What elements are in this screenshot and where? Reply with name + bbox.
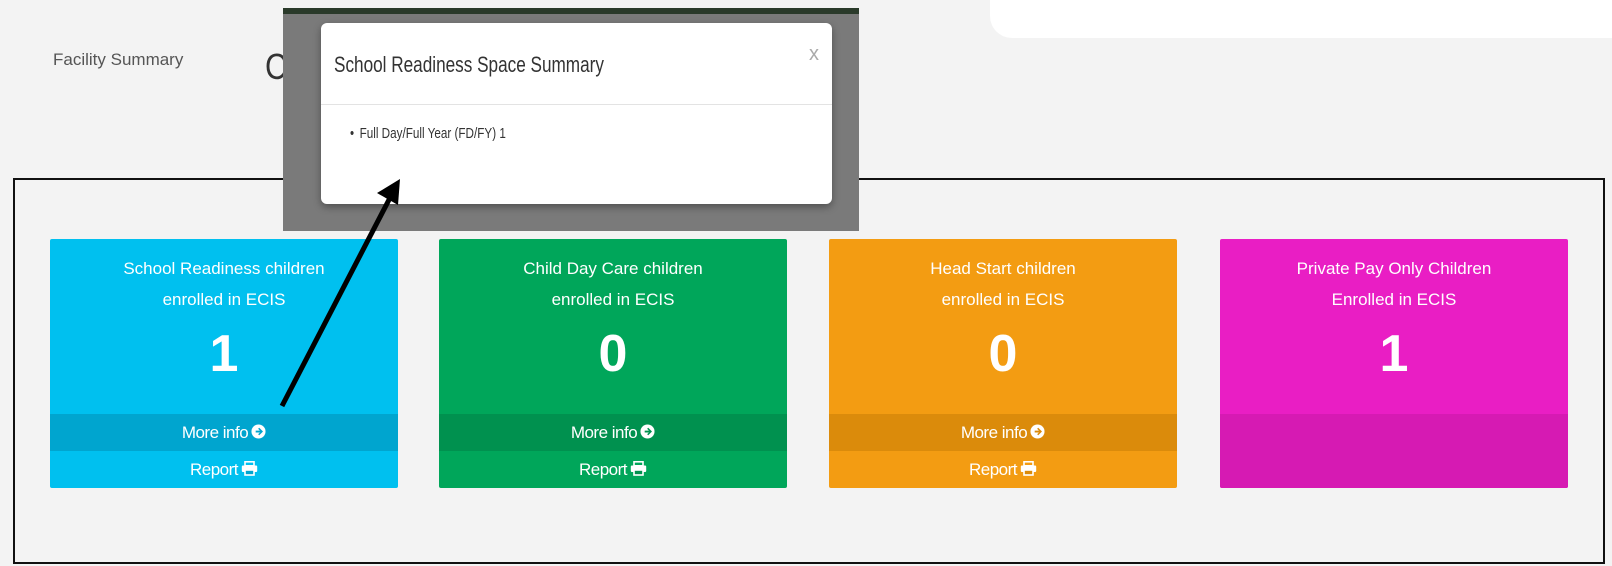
card-count: 0 xyxy=(598,325,628,383)
child-day-care-card: Child Day Care children enrolled in ECIS… xyxy=(439,239,787,488)
top-panel xyxy=(990,0,1612,38)
space-summary-modal: School Readiness Space Summary x Full Da… xyxy=(321,23,832,204)
arrow-circle-right-icon xyxy=(640,415,655,452)
print-icon xyxy=(1020,452,1037,488)
more-info-label: More info xyxy=(570,423,638,442)
modal-divider xyxy=(321,104,832,105)
more-info-link[interactable]: More info xyxy=(50,414,398,451)
list-item: Full Day/Full Year (FD/FY) 1 xyxy=(350,125,506,142)
modal-backdrop-topbar xyxy=(283,8,859,14)
print-icon xyxy=(630,452,647,488)
card-title: Child Day Care children enrolled in ECIS xyxy=(523,259,703,309)
more-info-label: More info xyxy=(181,423,249,442)
report-label: Report xyxy=(968,460,1018,479)
breadcrumb[interactable]: Facility Summary xyxy=(53,50,183,70)
report-link[interactable]: Report xyxy=(50,451,398,488)
more-info-link[interactable]: More info xyxy=(829,414,1177,451)
card-footer xyxy=(1220,414,1568,488)
arrow-circle-right-icon xyxy=(251,415,266,452)
head-start-card: Head Start children enrolled in ECIS 0 M… xyxy=(829,239,1177,488)
modal-title: School Readiness Space Summary xyxy=(334,52,604,77)
report-label: Report xyxy=(189,460,239,479)
card-title: Private Pay Only Children Enrolled in EC… xyxy=(1296,259,1492,309)
report-link[interactable]: Report xyxy=(439,451,787,488)
report-link[interactable]: Report xyxy=(829,451,1177,488)
arrow-circle-right-icon xyxy=(1030,415,1045,452)
card-title: School Readiness children enrolled in EC… xyxy=(123,259,325,309)
print-icon xyxy=(241,452,258,488)
card-count: 1 xyxy=(209,325,239,383)
card-title: Head Start children enrolled in ECIS xyxy=(930,259,1076,309)
card-count: 0 xyxy=(988,325,1018,383)
report-label: Report xyxy=(578,460,628,479)
more-info-label: More info xyxy=(960,423,1028,442)
more-info-link[interactable]: More info xyxy=(439,414,787,451)
modal-list: Full Day/Full Year (FD/FY) 1 xyxy=(350,125,550,142)
close-icon[interactable]: x xyxy=(809,43,819,66)
card-count: 1 xyxy=(1379,325,1409,383)
school-readiness-card: School Readiness children enrolled in EC… xyxy=(50,239,398,488)
private-pay-card: Private Pay Only Children Enrolled in EC… xyxy=(1220,239,1568,488)
